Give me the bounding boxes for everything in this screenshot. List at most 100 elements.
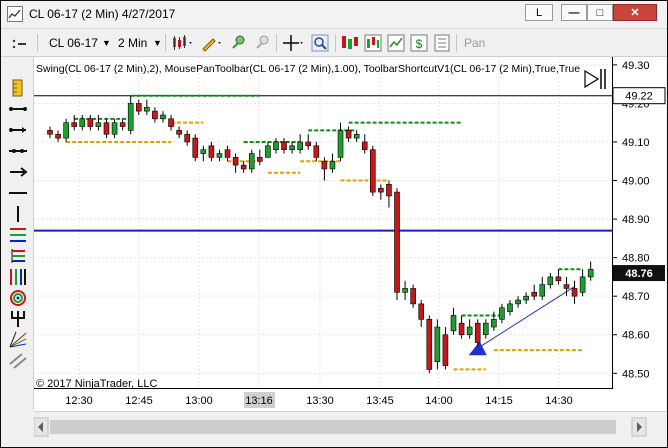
- maximize-button[interactable]: □: [587, 4, 613, 21]
- toolbar-separator: [276, 34, 277, 52]
- candlestick: [79, 114, 86, 131]
- zoom-icon[interactable]: [311, 34, 329, 52]
- price-tick-label: 48.80: [622, 253, 650, 265]
- down-candle-body: [281, 141, 287, 150]
- down-candle-body: [192, 137, 199, 158]
- up-candle-body: [273, 141, 279, 150]
- up-candle-body: [289, 145, 295, 150]
- down-candle-body: [442, 334, 449, 366]
- horizontal-line-icon[interactable]: [8, 184, 28, 202]
- candlestick: [281, 138, 287, 154]
- candlestick: [111, 118, 118, 139]
- candlestick: [547, 273, 554, 289]
- candlestick: [539, 276, 546, 301]
- chart-window: CL 06-17 (2 Min) 4/27/2017 L — □ ✕ CL 06…: [0, 0, 668, 448]
- instrument-chevron-down-icon[interactable]: ▼: [102, 38, 111, 48]
- copyright-label: © 2017 NinjaTrader, LLC: [36, 378, 157, 389]
- up-candle-body: [507, 303, 513, 312]
- ruler-icon[interactable]: [8, 79, 28, 97]
- arrow-line-icon[interactable]: [8, 163, 28, 181]
- candlestick: [176, 126, 182, 139]
- price-tick-label: 49.30: [622, 60, 650, 72]
- dollar-icon[interactable]: $: [410, 34, 428, 52]
- candlestick: [434, 319, 441, 370]
- price-tick-label: 48.90: [622, 214, 650, 226]
- strategies-icon[interactable]: [387, 34, 405, 52]
- price-chart-panel[interactable]: Swing(CL 06-17 (2 Min),2), MousePanToolb…: [34, 57, 613, 390]
- time-axis[interactable]: 12:30 12:45 13:00 13:16 13:30 13:45 14:00 14:15…: [34, 389, 666, 411]
- interval-chevron-down-icon[interactable]: ▼: [153, 38, 162, 48]
- candlestick: [345, 126, 352, 142]
- line-tool-icon[interactable]: [8, 100, 28, 118]
- drawing-tool-pencil-icon[interactable]: [200, 34, 224, 52]
- scroll-right-icon[interactable]: [631, 417, 647, 437]
- up-candle-body: [337, 130, 344, 158]
- candlestick: [410, 284, 416, 308]
- up-candle-body: [499, 307, 505, 320]
- close-button[interactable]: ✕: [613, 4, 657, 21]
- up-candle-body: [160, 114, 166, 120]
- fibonacci-extension-icon[interactable]: [8, 247, 28, 265]
- window-title: CL 06-17 (2 Min) 4/27/2017: [29, 7, 176, 21]
- fibonacci-retracement-icon[interactable]: [8, 226, 28, 244]
- down-candle-body: [305, 141, 312, 147]
- candlestick: [87, 114, 94, 131]
- scroll-left-icon[interactable]: [33, 417, 49, 437]
- fibonacci-time-icon[interactable]: [8, 268, 28, 286]
- up-candle-body: [265, 145, 271, 158]
- candlestick: [418, 300, 425, 328]
- up-candle-body: [450, 315, 457, 332]
- candlestick: [200, 145, 207, 162]
- minimize-button[interactable]: —: [561, 4, 587, 21]
- down-candle-body: [119, 122, 126, 127]
- chart-style-icon[interactable]: [171, 34, 195, 52]
- pan-button[interactable]: Pan: [464, 36, 485, 50]
- unpin-icon[interactable]: [253, 34, 271, 52]
- interval-selector[interactable]: 2 Min: [118, 36, 147, 50]
- time-tick-label: 13:45: [366, 395, 394, 407]
- down-candle-body: [184, 133, 190, 143]
- candlestick: [184, 130, 190, 146]
- price-tick-label: 49.10: [622, 137, 650, 149]
- scroll-to-end-icon[interactable]: [584, 69, 606, 89]
- candlestick: [232, 153, 239, 173]
- instrument-selector[interactable]: CL 06-17: [49, 36, 98, 50]
- candlestick: [224, 145, 231, 162]
- price-tick-label: 49.00: [622, 176, 650, 188]
- down-candle-body: [361, 141, 368, 150]
- indicators-icon[interactable]: [364, 34, 382, 52]
- fibonacci-circle-icon[interactable]: [8, 289, 28, 307]
- candlestick: [515, 296, 521, 308]
- ray-tool-icon[interactable]: [8, 121, 28, 139]
- gann-fan-icon[interactable]: [8, 331, 28, 349]
- up-candle-body: [95, 122, 102, 127]
- horizontal-scrollbar[interactable]: [33, 411, 666, 442]
- regression-channel-icon[interactable]: [8, 352, 28, 370]
- candlestick: [466, 319, 473, 339]
- up-candle-body: [547, 276, 554, 285]
- down-candle-body: [313, 145, 320, 158]
- extended-line-icon[interactable]: [8, 142, 28, 160]
- down-candle-body: [563, 284, 570, 289]
- up-candle-body: [297, 141, 303, 150]
- properties-icon[interactable]: [433, 34, 451, 52]
- candlestick: [144, 99, 150, 115]
- toolbar-separator: [335, 34, 336, 52]
- price-chart-svg[interactable]: Swing(CL 06-17 (2 Min),2), MousePanToolb…: [34, 57, 613, 390]
- scrollbar-thumb[interactable]: [50, 420, 616, 434]
- andrews-pitchfork-icon[interactable]: [8, 310, 28, 328]
- layout-button[interactable]: L: [525, 4, 553, 21]
- data-series-icon[interactable]: [341, 34, 359, 52]
- price-axis[interactable]: 49.30 49.20 49.10 49.00 48.90 48.80 48.70 48.60…: [612, 57, 666, 389]
- up-candle-body: [127, 103, 134, 131]
- candlestick: [337, 122, 344, 162]
- candlestick: [313, 141, 320, 162]
- crosshair-icon[interactable]: [283, 34, 305, 52]
- vertical-line-icon[interactable]: [8, 205, 28, 223]
- time-tick-label: 14:30: [545, 395, 573, 407]
- title-bar: CL 06-17 (2 Min) 4/27/2017 L — □ ✕: [1, 1, 667, 29]
- global-crosshair-pin-icon[interactable]: [229, 34, 247, 52]
- chart-toolbar: CL 06-17 ▼ 2 Min ▼ $ Pan: [1, 29, 667, 57]
- down-candle-body: [571, 288, 578, 297]
- candlestick: [361, 134, 368, 154]
